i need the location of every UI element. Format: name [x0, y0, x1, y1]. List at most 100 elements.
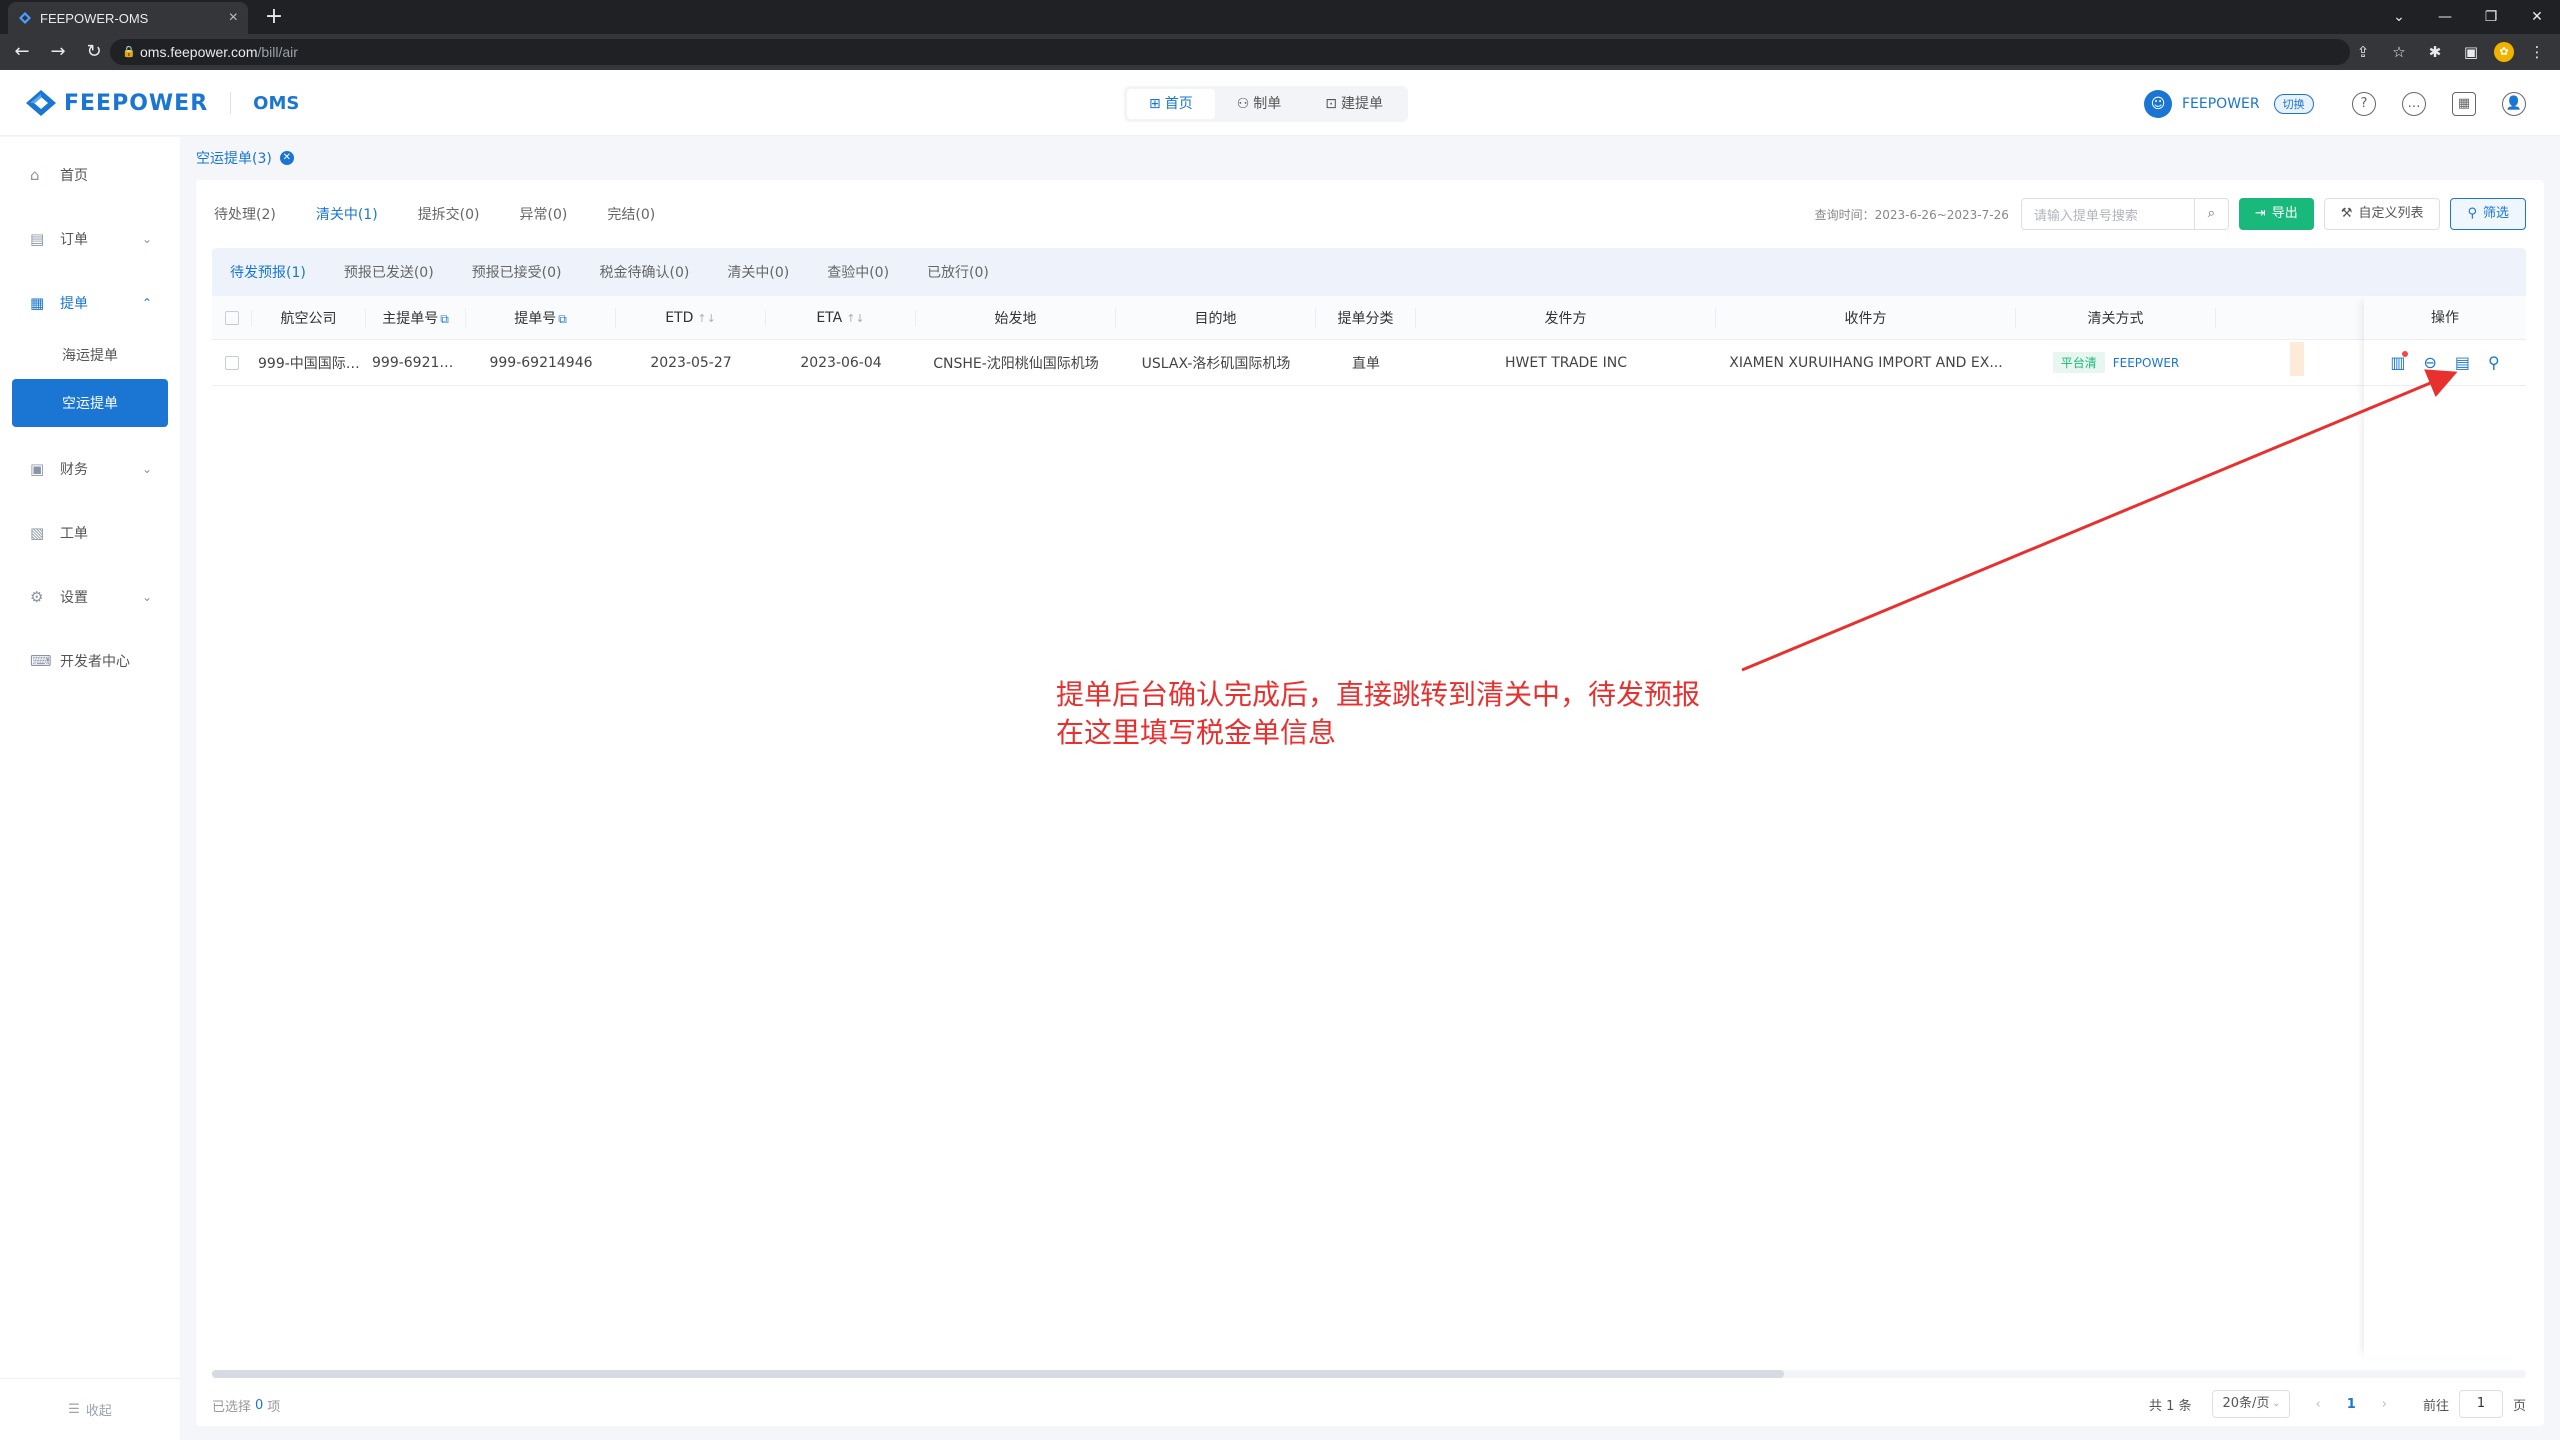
chevron-down-icon: ⌄: [2272, 1398, 2281, 1409]
sidebar-item-developer[interactable]: ⌨ 开发者中心: [12, 637, 168, 685]
col-destination: 目的地: [1116, 307, 1316, 328]
prev-page-icon[interactable]: ‹: [2316, 1397, 2321, 1412]
next-page-icon[interactable]: ›: [2382, 1397, 2387, 1412]
forward-icon[interactable]: →: [44, 38, 72, 66]
more-icon[interactable]: ⊖: [2423, 353, 2436, 372]
message-icon[interactable]: …: [2402, 92, 2426, 116]
copy-icon[interactable]: ⧉: [440, 312, 449, 326]
custom-list-button[interactable]: ⚒ 自定义列表: [2323, 198, 2441, 230]
restore-icon[interactable]: ❐: [2468, 0, 2514, 34]
select-all-checkbox[interactable]: [212, 309, 252, 326]
collapse-label: 收起: [85, 1404, 112, 1419]
page-size-select[interactable]: 20条/页 ⌄: [2211, 1390, 2290, 1418]
col-eta-label: ETA: [816, 309, 843, 326]
selected-suffix: 项: [267, 1399, 281, 1415]
bill-table: 航空公司 主提单号 ⧉ 提单号 ⧉ ETD ↑↓ ETA ↑↓ 始发地 目的地 提单分类…: [212, 296, 2526, 1358]
subtab-pending-forecast[interactable]: 待发预报(1): [230, 262, 306, 282]
subtab-released[interactable]: 已放行(0): [927, 262, 989, 282]
export-button[interactable]: ⇥ 导出: [2238, 198, 2314, 230]
table-header: 航空公司 主提单号 ⧉ 提单号 ⧉ ETD ↑↓ ETA ↑↓ 始发地 目的地 提单分类…: [212, 296, 2526, 340]
row-checkbox[interactable]: [212, 355, 252, 371]
goto-page-input[interactable]: 1: [2458, 1390, 2503, 1418]
close-window-icon[interactable]: ✕: [2514, 0, 2560, 34]
tax-document-icon[interactable]: ▤: [2455, 353, 2470, 372]
close-tag-icon[interactable]: ✕: [279, 151, 294, 165]
logo[interactable]: FEEPOWER OMS: [24, 88, 299, 118]
url-host: oms.feepower.com: [140, 44, 258, 60]
tab-close-icon[interactable]: ×: [229, 9, 238, 27]
top-nav: ⊞ 首页 ⚇ 制单 ⊡ 建提单: [1124, 86, 1409, 122]
selected-prefix: 已选择: [212, 1399, 252, 1415]
filter-button[interactable]: ⚲ 筛选: [2450, 198, 2526, 230]
page-tag[interactable]: 空运提单(3) ✕: [196, 148, 294, 168]
minimize-icon[interactable]: —: [2422, 0, 2468, 34]
copy-icon[interactable]: ⧉: [558, 312, 567, 326]
tab-pickup[interactable]: 提拆交(0): [418, 204, 480, 224]
help-icon[interactable]: ?: [2352, 92, 2376, 116]
bill-detail-icon[interactable]: ▥: [2390, 351, 2409, 372]
subtab-forecast-sent[interactable]: 预报已发送(0): [344, 262, 434, 282]
horizontal-scrollbar[interactable]: [212, 1370, 1784, 1378]
cell-origin: CNSHE-沈阳桃仙国际机场: [933, 355, 1099, 372]
sort-icon[interactable]: ↑↓: [846, 312, 864, 325]
tab-pending[interactable]: 待处理(2): [214, 204, 276, 224]
feepower-favicon-icon: [19, 12, 31, 24]
back-icon[interactable]: ←: [8, 38, 36, 66]
tab-exception[interactable]: 异常(0): [520, 204, 568, 224]
goto-label: 前往: [2422, 1398, 2449, 1414]
search-placeholder: 请输入提单号搜索: [2033, 208, 2138, 224]
extensions-puzzle-icon[interactable]: ✱: [2422, 38, 2448, 66]
sidebar-item-bills[interactable]: ▦ 提单 ⌃: [12, 279, 168, 327]
search-input[interactable]: 请输入提单号搜索 ⌕: [2020, 198, 2229, 230]
sort-icon[interactable]: ↑↓: [697, 312, 715, 325]
sidebar-item-label: 财务: [60, 462, 88, 478]
url-field[interactable]: 🔒 oms.feepower.com/bill/air: [110, 39, 2350, 65]
browser-menu-icon[interactable]: ⋮: [2524, 38, 2550, 66]
current-page[interactable]: 1: [2347, 1397, 2356, 1412]
col-operations: 操作: [2364, 296, 2526, 340]
sidebar-item-settings[interactable]: ⚙ 设置 ⌄: [12, 573, 168, 621]
search-icon[interactable]: ⌕: [2193, 199, 2228, 229]
sidebar-item-home[interactable]: ⌂ 首页: [12, 151, 168, 199]
subtab-inspecting[interactable]: 查验中(0): [827, 262, 889, 282]
new-tab-button[interactable]: +: [260, 4, 288, 32]
subtab-tax-pending[interactable]: 税金待确认(0): [600, 262, 690, 282]
calendar-icon[interactable]: ▦: [2452, 92, 2476, 116]
user-box[interactable]: ☺ FEEPOWER 切换: [2144, 90, 2314, 118]
attachment-icon[interactable]: ⚲: [2488, 353, 2500, 372]
switch-account-button[interactable]: 切换: [2273, 94, 2314, 114]
sidebar-sub-air-bill[interactable]: 空运提单: [12, 379, 168, 427]
settings-icon: ⚙: [30, 588, 44, 606]
operations-column: 操作 ▥ ⊖ ▤ ⚲: [2364, 296, 2526, 1358]
bookmark-star-icon[interactable]: ☆: [2386, 38, 2412, 66]
table-row[interactable]: 999-中国国际航空 999-69214946 999-69214946 202…: [212, 340, 2526, 386]
sidebar-sub-sea-bill[interactable]: 海运提单: [12, 331, 168, 379]
collapse-sidebar-button[interactable]: ☰ 收起: [0, 1378, 180, 1440]
profile-avatar-icon[interactable]: ✿: [2494, 42, 2514, 62]
sidebar-item-tickets[interactable]: ▧ 工单: [12, 509, 168, 557]
collapse-icon: ☰: [68, 1402, 80, 1417]
logo-divider: [230, 92, 232, 114]
user-profile-icon[interactable]: 👤: [2502, 92, 2526, 116]
sidebar-item-finance[interactable]: ▣ 财务 ⌄: [12, 445, 168, 493]
tab-search-icon[interactable]: ⌄: [2376, 0, 2422, 34]
col-etd-label: ETD: [665, 309, 694, 326]
sidebar-item-orders[interactable]: ▤ 订单 ⌄: [12, 215, 168, 263]
reload-icon[interactable]: ↻: [80, 38, 108, 66]
top-nav-make-bill[interactable]: ⚇ 制单: [1215, 89, 1304, 119]
custom-list-icon: ⚒: [2340, 206, 2353, 221]
sidebar-sub-label: 空运提单: [62, 396, 118, 412]
subtab-clearing[interactable]: 清关中(0): [727, 262, 789, 282]
export-icon: ⇥: [2254, 206, 2266, 221]
subtab-forecast-accepted[interactable]: 预报已接受(0): [472, 262, 562, 282]
browser-tab[interactable]: FEEPOWER-OMS ×: [8, 2, 248, 34]
top-nav-create-bill[interactable]: ⊡ 建提单: [1303, 89, 1405, 119]
cell-clearance: 平台清 FEEPOWER: [2016, 352, 2216, 373]
top-nav-home[interactable]: ⊞ 首页: [1127, 89, 1215, 119]
tab-clearing[interactable]: 清关中(1): [316, 204, 378, 224]
tab-finished[interactable]: 完结(0): [607, 204, 655, 224]
sidepanel-icon[interactable]: ▣: [2458, 38, 2484, 66]
share-icon[interactable]: ⇪: [2350, 38, 2376, 66]
export-label: 导出: [2271, 206, 2298, 221]
query-time[interactable]: 查询时间：2023-6-26~2023-7-26: [1815, 206, 2009, 223]
